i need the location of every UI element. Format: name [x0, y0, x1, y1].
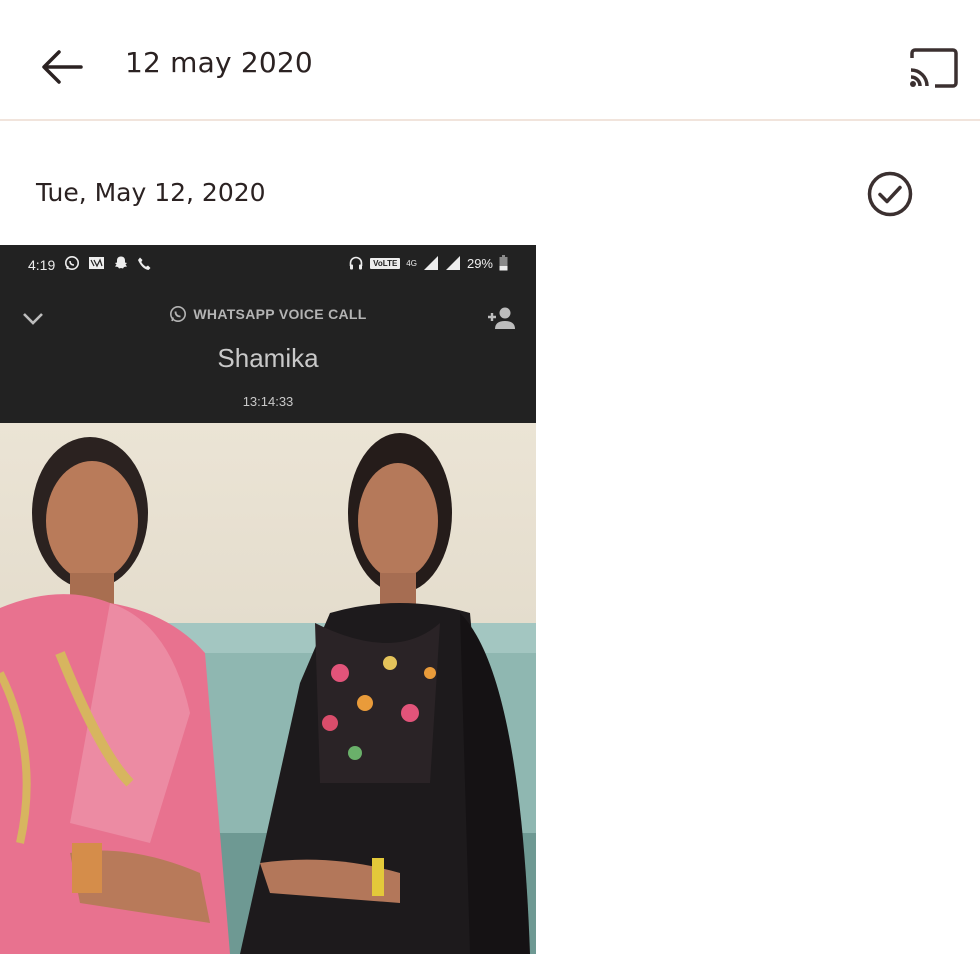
video-call-photo — [0, 423, 536, 954]
volte-badge: VoLTE — [370, 257, 401, 269]
call-type-label: WHATSAPP VOICE CALL — [0, 305, 536, 323]
network-type: 4G — [406, 258, 417, 268]
caller-name: Shamika — [217, 343, 319, 373]
status-time: 4:19 — [28, 257, 56, 273]
snapchat-icon — [115, 256, 127, 269]
back-button[interactable] — [26, 34, 98, 100]
status-bar-right: VoLTE 4G 29% — [348, 255, 508, 271]
whatsapp-icon — [65, 256, 79, 270]
call-screen-header: 4:19 VoLTE 4G 29% WHATSAPP VOICE CALL Sh… — [0, 245, 536, 423]
app-bar: 12 may 2020 — [0, 0, 980, 121]
add-person-icon — [488, 307, 515, 329]
battery-percent: 29% — [466, 255, 493, 271]
phone-icon — [138, 257, 151, 270]
whatsapp-icon — [170, 306, 187, 322]
date-group-header: Tue, May 12, 2020 — [0, 122, 980, 244]
battery-icon — [499, 255, 508, 271]
check-circle-icon — [867, 171, 913, 217]
headphones-icon — [349, 256, 363, 270]
select-group-button[interactable] — [862, 166, 918, 222]
app-notification-icon — [89, 257, 104, 269]
signal-icon-2 — [445, 256, 460, 270]
notification-icons — [64, 255, 152, 271]
cast-button[interactable] — [898, 38, 968, 98]
call-type-text: WHATSAPP VOICE CALL — [193, 306, 367, 322]
call-duration: 13:14:33 — [242, 394, 294, 409]
date-label: Tue, May 12, 2020 — [36, 178, 266, 207]
signal-icon — [423, 256, 438, 270]
arrow-left-icon — [42, 50, 83, 84]
photo-thumbnail[interactable]: 4:19 VoLTE 4G 29% WHATSAPP VOICE CALL Sh… — [0, 245, 536, 954]
page-title: 12 may 2020 — [125, 46, 313, 79]
cast-icon — [910, 48, 958, 88]
